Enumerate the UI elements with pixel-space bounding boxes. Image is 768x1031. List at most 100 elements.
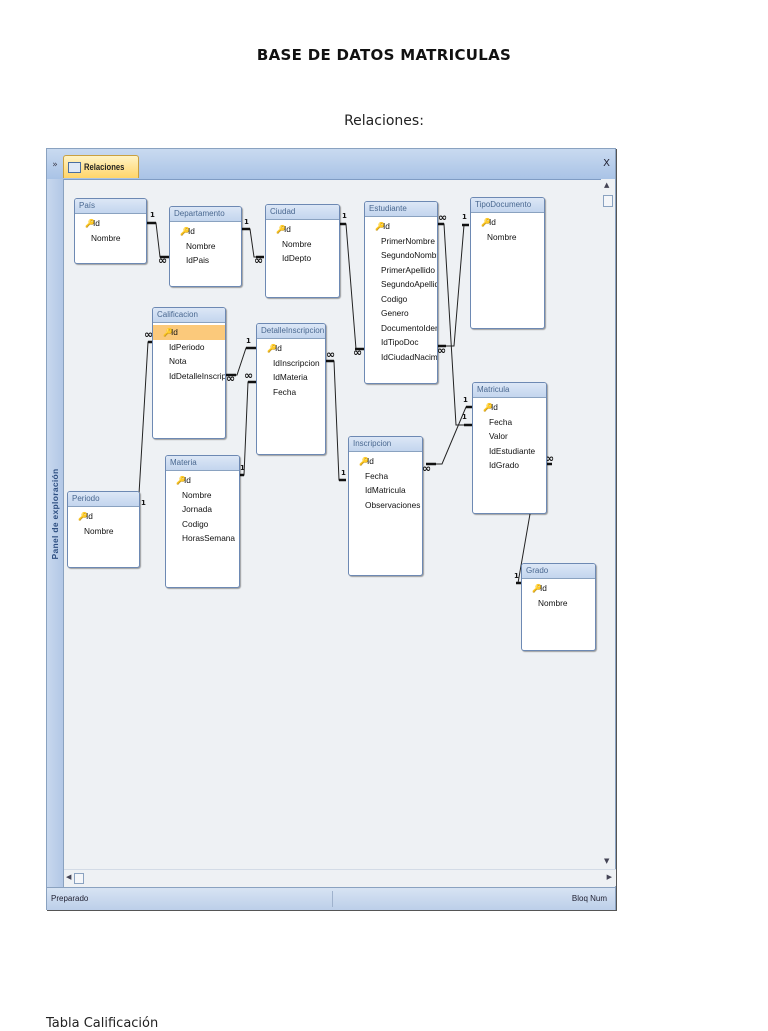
cardinality-many: ∞ <box>226 372 235 385</box>
field-row[interactable]: 🔑Id <box>68 509 139 524</box>
field-row[interactable]: SegundoNombre <box>365 248 437 263</box>
table-estudiante[interactable]: Estudiante 🔑Id PrimerNombre SegundoNombr… <box>364 201 438 384</box>
field-row[interactable]: PrimerNombre <box>365 234 437 249</box>
field-list: 🔑Id Nombre <box>68 507 139 538</box>
field-row[interactable]: 🔑Id <box>257 341 325 356</box>
primary-key-icon: 🔑 <box>78 512 88 521</box>
cardinality-many: ∞ <box>144 328 153 341</box>
field-row[interactable]: Codigo <box>365 292 437 307</box>
expand-nav-icon[interactable]: » <box>49 159 61 171</box>
field-row[interactable]: IdDetalleInscripcion <box>153 369 225 384</box>
field-row[interactable]: Nombre <box>75 231 146 246</box>
field-row[interactable]: IdMateria <box>257 370 325 385</box>
field-list: 🔑Id Nombre Jornada Codigo HorasSemana <box>166 471 239 546</box>
cardinality-many: ∞ <box>244 369 253 382</box>
field-row[interactable]: Nombre <box>166 488 239 503</box>
cardinality-one: 1 <box>240 464 245 472</box>
scroll-down-icon[interactable]: ▼ <box>604 857 609 865</box>
field-row[interactable]: IdPeriodo <box>153 340 225 355</box>
horizontal-scrollbar[interactable]: ◀ ▶ <box>64 869 616 886</box>
table-matricula[interactable]: Matricula 🔑Id Fecha Valor IdEstudiante I… <box>472 382 547 514</box>
field-row[interactable]: 🔑Id <box>75 216 146 231</box>
field-row[interactable]: Nombre <box>266 237 339 252</box>
field-row[interactable]: Codigo <box>166 517 239 532</box>
table-ciudad[interactable]: Ciudad 🔑Id Nombre IdDepto <box>265 204 340 298</box>
field-row[interactable]: IdDepto <box>266 251 339 266</box>
table-pais[interactable]: País 🔑Id Nombre <box>74 198 147 264</box>
scroll-left-icon[interactable]: ◀ <box>66 873 71 881</box>
scroll-up-icon[interactable]: ▲ <box>604 181 609 189</box>
table-tipodocumento[interactable]: TipoDocumento 🔑Id Nombre <box>470 197 545 329</box>
table-materia[interactable]: Materia 🔑Id Nombre Jornada Codigo HorasS… <box>165 455 240 588</box>
field-row[interactable]: Fecha <box>257 385 325 400</box>
table-calificacion[interactable]: Calificacion 🔑Id IdPeriodo Nota IdDetall… <box>152 307 226 439</box>
field-row[interactable]: Valor <box>473 429 546 444</box>
table-title: País <box>75 199 146 214</box>
status-bar: Preparado Bloq Num <box>47 887 615 910</box>
table-periodo[interactable]: Periodo 🔑Id Nombre <box>67 491 140 568</box>
vertical-scrollbar[interactable]: ▲ ▼ <box>601 179 615 869</box>
field-row[interactable]: Nombre <box>170 239 241 254</box>
field-row[interactable]: 🔑Id <box>266 222 339 237</box>
field-row[interactable]: IdTipoDoc <box>365 335 437 350</box>
field-row[interactable]: IdInscripcion <box>257 356 325 371</box>
field-row[interactable]: IdMatricula <box>349 483 422 498</box>
field-row[interactable]: IdGrado <box>473 458 546 473</box>
field-row[interactable]: Nombre <box>522 596 595 611</box>
field-row[interactable]: 🔑Id <box>473 400 546 415</box>
field-row[interactable]: 🔑Id <box>522 581 595 596</box>
field-list: 🔑Id Nombre <box>75 214 146 245</box>
status-divider <box>332 891 333 907</box>
field-row[interactable]: IdCiudadNacimiento <box>365 350 437 365</box>
relation-ciudad-estudiante <box>340 223 364 350</box>
table-departamento[interactable]: Departamento 🔑Id Nombre IdPais <box>169 206 242 287</box>
primary-key-icon: 🔑 <box>481 218 491 227</box>
field-row[interactable]: 🔑Id <box>365 219 437 234</box>
field-row[interactable]: Fecha <box>473 415 546 430</box>
field-row[interactable]: Observaciones <box>349 498 422 513</box>
cardinality-many: ∞ <box>353 346 362 359</box>
cardinality-one: 1 <box>462 413 467 421</box>
tab-relaciones[interactable]: Relaciones <box>63 155 139 178</box>
field-row[interactable]: 🔑Id <box>471 215 544 230</box>
cardinality-one: 1 <box>462 213 467 221</box>
table-grado[interactable]: Grado 🔑Id Nombre <box>521 563 596 651</box>
field-row[interactable]: SegundoApellido <box>365 277 437 292</box>
cardinality-one: 1 <box>141 499 146 507</box>
scroll-right-icon[interactable]: ▶ <box>607 873 612 881</box>
table-detalleinscripcion[interactable]: DetalleInscripcion 🔑Id IdInscripcion IdM… <box>256 323 326 455</box>
field-row[interactable]: HorasSemana <box>166 531 239 546</box>
field-list: 🔑Id Fecha Valor IdEstudiante IdGrado <box>473 398 546 473</box>
field-row[interactable]: Jornada <box>166 502 239 517</box>
field-row[interactable]: PrimerApellido <box>365 263 437 278</box>
field-row[interactable]: 🔑Id <box>166 473 239 488</box>
field-list: 🔑Id Fecha IdMatricula Observaciones <box>349 452 422 512</box>
field-list: 🔑Id Nombre IdPais <box>170 222 241 268</box>
cardinality-many: ∞ <box>158 254 167 267</box>
relationships-window: » Relaciones X Panel de exploración 1 ∞ … <box>46 148 616 910</box>
num-lock-indicator: Bloq Num <box>571 894 607 903</box>
cardinality-many: ∞ <box>326 348 335 361</box>
field-row[interactable]: IdPais <box>170 253 241 268</box>
table-title: Departamento <box>170 207 241 222</box>
field-row[interactable]: Genero <box>365 306 437 321</box>
field-row-selected[interactable]: 🔑Id <box>153 325 225 340</box>
field-row[interactable]: Fecha <box>349 469 422 484</box>
field-row[interactable]: Nota <box>153 354 225 369</box>
scroll-thumb[interactable] <box>74 873 84 884</box>
tab-bar: » Relaciones X <box>47 149 615 180</box>
close-icon[interactable]: X <box>603 158 610 169</box>
field-row[interactable]: DocumentoIdentida <box>365 321 437 336</box>
navigation-pane[interactable]: Panel de exploración <box>47 179 64 887</box>
field-row[interactable]: Nombre <box>68 524 139 539</box>
relationships-canvas[interactable]: 1 ∞ 1 ∞ 1 ∞ 1 ∞ 1 ∞ 1 ∞ 1 ∞ 1 ∞ 1 ∞ 1 ∞ … <box>64 179 602 869</box>
table-inscripcion[interactable]: Inscripcion 🔑Id Fecha IdMatricula Observ… <box>348 436 423 576</box>
scroll-thumb[interactable] <box>603 195 613 207</box>
relation-inscripcion-detalleinscripcion <box>326 360 346 481</box>
field-row[interactable]: 🔑Id <box>170 224 241 239</box>
primary-key-icon: 🔑 <box>267 344 277 353</box>
field-row[interactable]: Nombre <box>471 230 544 245</box>
field-row[interactable]: IdEstudiante <box>473 444 546 459</box>
field-row[interactable]: 🔑Id <box>349 454 422 469</box>
table-title: DetalleInscripcion <box>257 324 325 339</box>
